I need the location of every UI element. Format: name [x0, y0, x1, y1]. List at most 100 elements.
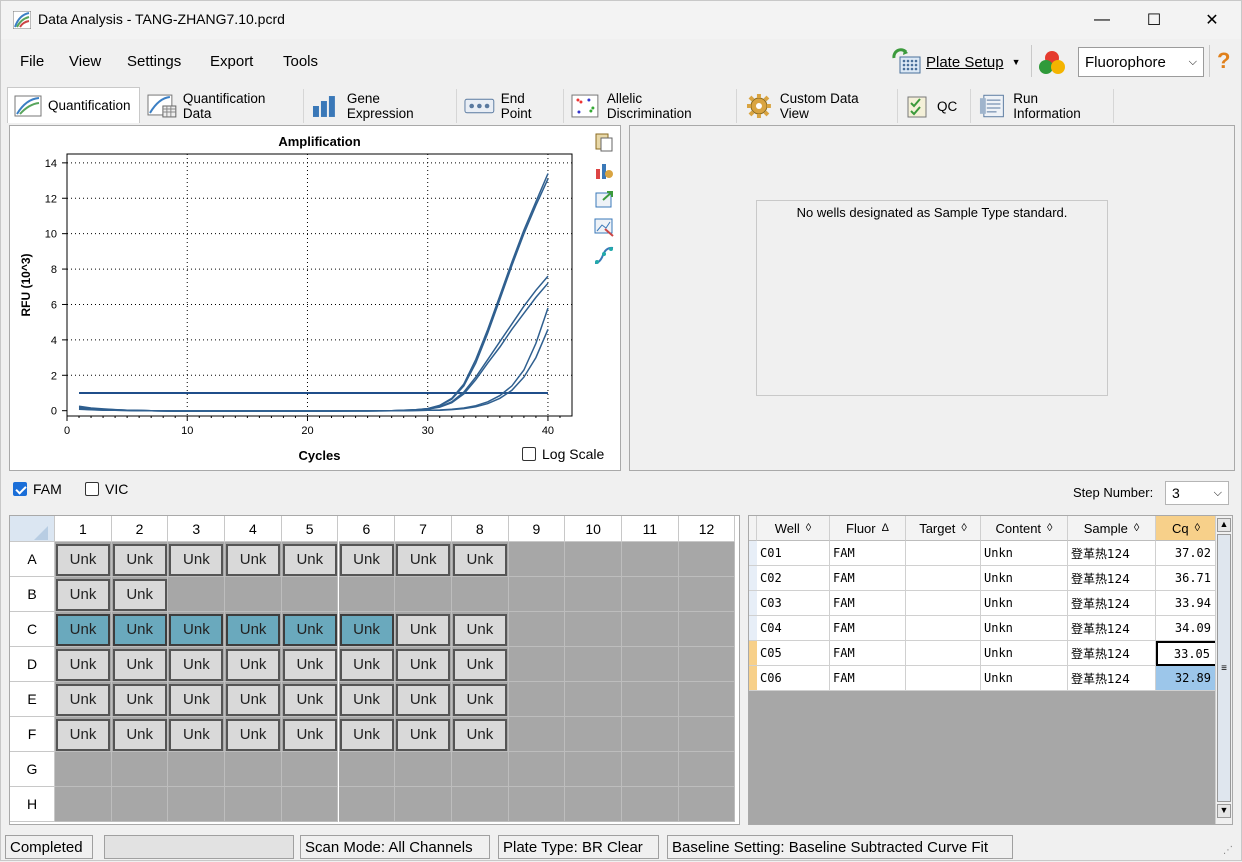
- table-cell-content[interactable]: Unkn: [981, 641, 1068, 666]
- plate-column-header[interactable]: 1: [55, 516, 112, 542]
- table-cell-content[interactable]: Unkn: [981, 541, 1068, 566]
- sort-icon[interactable]: ◊: [1134, 522, 1139, 534]
- plate-well-slot[interactable]: [508, 682, 566, 717]
- plate-well[interactable]: Unk: [56, 718, 110, 751]
- table-cell-content[interactable]: Unkn: [981, 666, 1068, 691]
- plate-well[interactable]: Unk: [169, 718, 224, 751]
- table-scrollbar[interactable]: ▲ ≡ ▼: [1215, 516, 1232, 824]
- plate-well-slot[interactable]: [565, 647, 622, 682]
- scroll-up-button[interactable]: ▲: [1217, 518, 1231, 532]
- plate-well-slot[interactable]: [622, 752, 679, 787]
- plate-well-slot[interactable]: [225, 577, 282, 612]
- table-cell-sample[interactable]: 登革热124: [1068, 566, 1156, 591]
- plate-well[interactable]: Unk: [112, 718, 167, 751]
- row-selector[interactable]: [749, 641, 757, 666]
- table-cell-sample[interactable]: 登革热124: [1068, 541, 1156, 566]
- plate-row-header[interactable]: H: [10, 787, 55, 822]
- plate-well-slot[interactable]: [565, 717, 622, 752]
- plate-well-slot[interactable]: [508, 542, 566, 577]
- plate-column-header[interactable]: 2: [111, 516, 169, 542]
- plate-well-slot[interactable]: [622, 787, 679, 822]
- plate-well[interactable]: Unk: [339, 613, 394, 646]
- plate-well-slot[interactable]: [678, 787, 736, 822]
- column-header-cq[interactable]: Cq ◊: [1156, 516, 1217, 541]
- minimize-button[interactable]: —: [1079, 1, 1125, 39]
- plate-well-slot[interactable]: [451, 787, 509, 822]
- sort-icon[interactable]: ◊: [961, 522, 966, 534]
- plate-well[interactable]: Unk: [396, 683, 451, 716]
- plate-well[interactable]: Unk: [282, 648, 337, 681]
- plate-well-slot[interactable]: [678, 717, 736, 752]
- column-header-fluor[interactable]: Fluor Δ: [830, 516, 906, 541]
- plate-well-slot[interactable]: [678, 577, 736, 612]
- chart-options-icon[interactable]: [593, 159, 615, 181]
- plate-well[interactable]: Unk: [226, 543, 281, 576]
- plate-well[interactable]: Unk: [396, 718, 451, 751]
- row-selector[interactable]: [749, 591, 757, 616]
- plate-well-slot[interactable]: [622, 612, 679, 647]
- vic-checkbox[interactable]: [85, 482, 99, 496]
- table-cell-target[interactable]: [906, 591, 981, 616]
- plate-column-header[interactable]: 9: [508, 516, 566, 542]
- plate-well[interactable]: Unk: [112, 578, 167, 611]
- plate-well-slot[interactable]: [622, 682, 679, 717]
- plate-well[interactable]: Unk: [56, 648, 110, 681]
- table-cell-cq[interactable]: 37.02: [1156, 541, 1217, 566]
- menu-view[interactable]: View: [69, 53, 101, 70]
- plate-setup-button[interactable]: Plate Setup ▼: [892, 47, 1028, 77]
- plate-well-slot[interactable]: [508, 717, 566, 752]
- plate-well-slot[interactable]: [678, 682, 736, 717]
- plate-well[interactable]: Unk: [169, 613, 224, 646]
- row-selector[interactable]: [749, 566, 757, 591]
- plate-well[interactable]: Unk: [282, 543, 337, 576]
- plate-column-header[interactable]: 10: [565, 516, 622, 542]
- plate-well[interactable]: Unk: [56, 613, 110, 646]
- curve-fit-icon[interactable]: [593, 245, 615, 267]
- plate-column-header[interactable]: 6: [338, 516, 396, 542]
- tab-custom-data-view[interactable]: Custom Data View: [738, 89, 898, 123]
- plate-column-header[interactable]: 12: [678, 516, 736, 542]
- table-cell-well[interactable]: C01: [757, 541, 830, 566]
- plate-well[interactable]: Unk: [112, 648, 167, 681]
- amplification-chart[interactable]: Amplification Cycles RFU (10^3) 0 10 20 30 40 0 2…: [10, 126, 622, 472]
- table-cell-fluor[interactable]: FAM: [830, 666, 906, 691]
- plate-well[interactable]: Unk: [112, 613, 167, 646]
- plate-well-slot[interactable]: [622, 577, 679, 612]
- plate-well-slot[interactable]: [168, 787, 226, 822]
- table-cell-content[interactable]: Unkn: [981, 591, 1068, 616]
- column-header-well[interactable]: Well ◊: [757, 516, 830, 541]
- plate-well-slot[interactable]: [338, 752, 396, 787]
- plate-well[interactable]: Unk: [226, 613, 281, 646]
- table-cell-sample[interactable]: 登革热124: [1068, 591, 1156, 616]
- plate-well-slot[interactable]: [55, 787, 112, 822]
- table-cell-cq[interactable]: 32.89: [1156, 666, 1217, 691]
- plate-well-slot[interactable]: [111, 752, 169, 787]
- plate-well-slot[interactable]: [565, 752, 622, 787]
- plate-well[interactable]: Unk: [452, 543, 507, 576]
- column-header-sample[interactable]: Sample ◊: [1068, 516, 1156, 541]
- help-icon[interactable]: ?: [1217, 48, 1230, 74]
- plate-column-header[interactable]: 8: [451, 516, 509, 542]
- menu-tools[interactable]: Tools: [283, 53, 318, 70]
- plate-well[interactable]: Unk: [169, 648, 224, 681]
- row-selector[interactable]: [749, 541, 757, 566]
- plate-well-slot[interactable]: [55, 752, 112, 787]
- plate-well[interactable]: Unk: [112, 683, 167, 716]
- sort-icon[interactable]: ◊: [1047, 522, 1052, 534]
- plate-column-header[interactable]: 7: [395, 516, 452, 542]
- plate-well-slot[interactable]: [678, 542, 736, 577]
- plate-well-slot[interactable]: [508, 647, 566, 682]
- plate-well[interactable]: Unk: [56, 578, 110, 611]
- row-selector[interactable]: [749, 666, 757, 691]
- plate-well[interactable]: Unk: [396, 648, 451, 681]
- tab-run-information[interactable]: Run Information: [972, 89, 1114, 123]
- tab-qc[interactable]: QC: [899, 89, 971, 123]
- log-scale-toggle[interactable]: Log Scale: [522, 446, 604, 462]
- table-cell-target[interactable]: [906, 566, 981, 591]
- sort-icon[interactable]: ◊: [806, 522, 811, 534]
- table-cell-target[interactable]: [906, 641, 981, 666]
- plate-well[interactable]: Unk: [452, 718, 507, 751]
- plate-well[interactable]: Unk: [396, 543, 451, 576]
- table-cell-cq[interactable]: 33.94: [1156, 591, 1217, 616]
- plate-well[interactable]: Unk: [339, 648, 394, 681]
